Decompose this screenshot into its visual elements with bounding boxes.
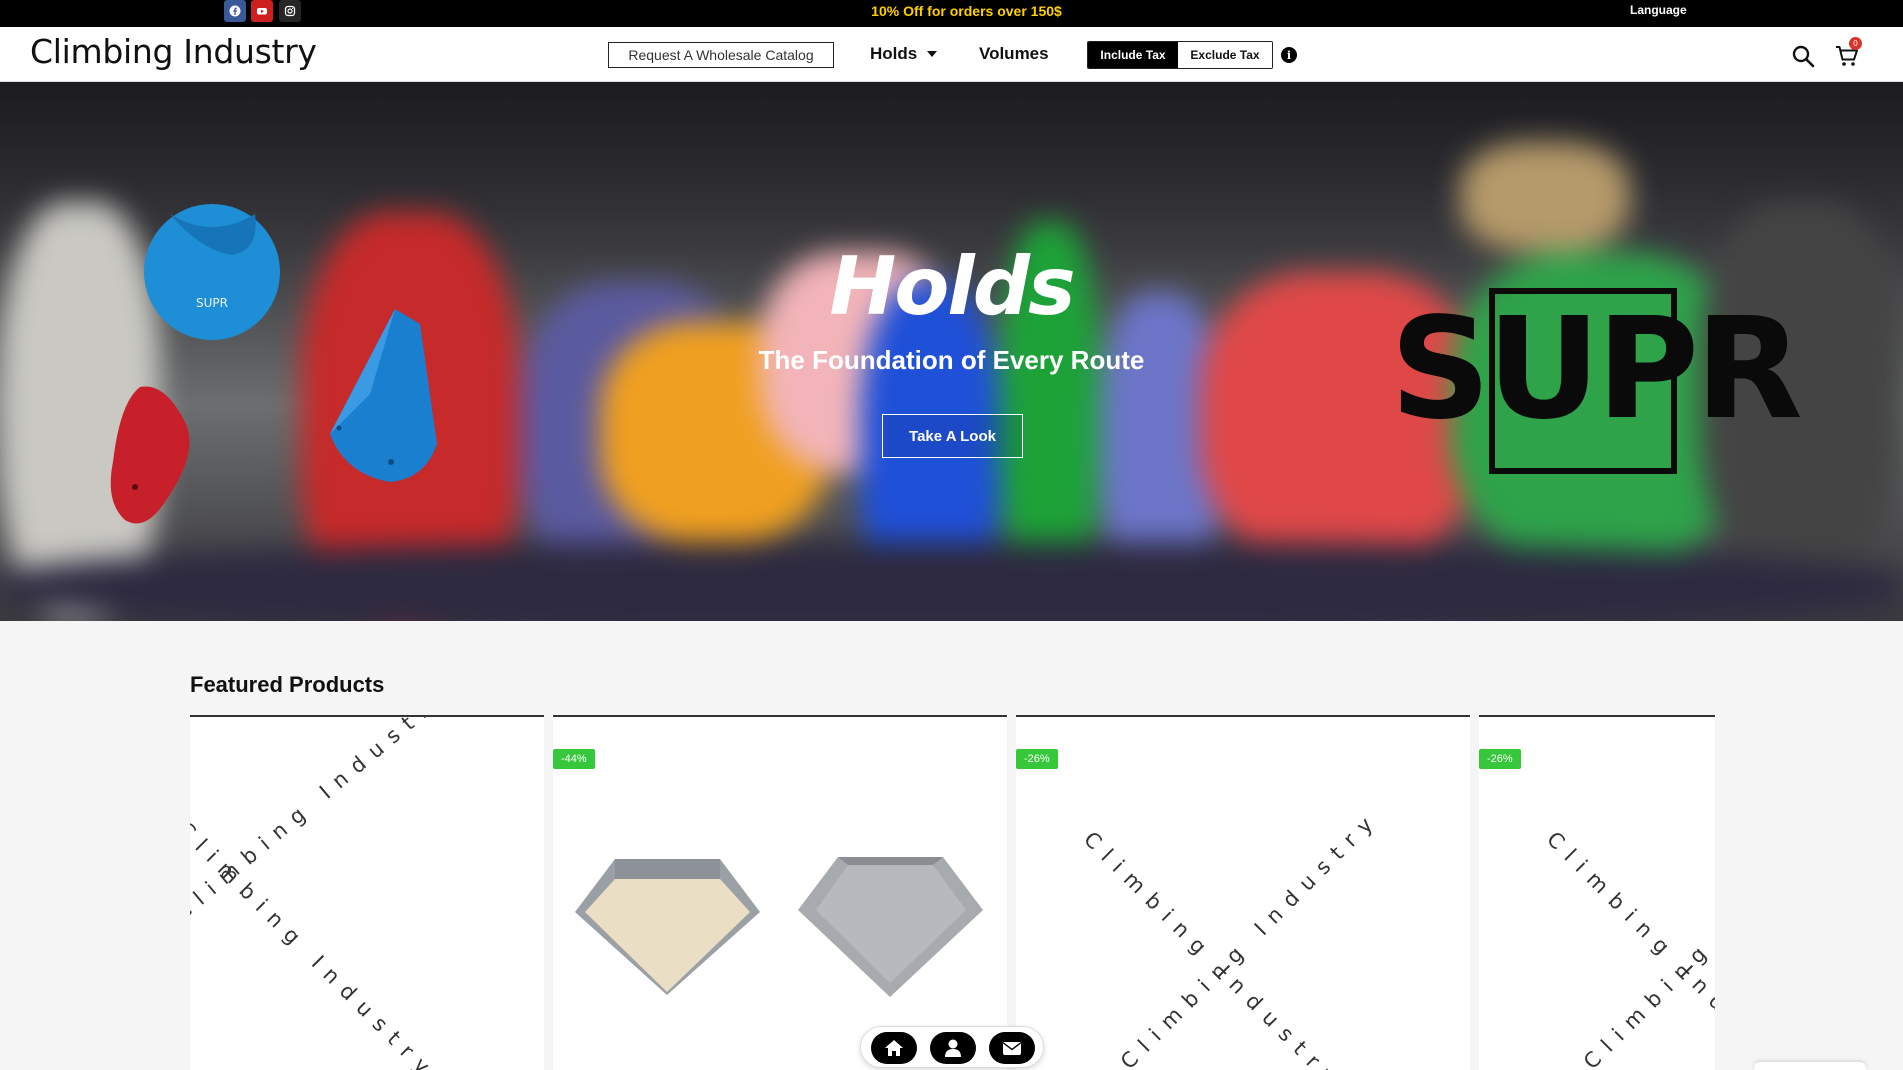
product-watermark: Climbing Industry xyxy=(1116,805,1385,1070)
product-card[interactable]: -26% Climbing Industry Climbing Industry xyxy=(1479,715,1715,1070)
tax-toggle: Include Tax Exclude Tax xyxy=(1087,41,1273,69)
caret-down-icon xyxy=(927,51,938,57)
request-catalog-button[interactable]: Request A Wholesale Catalog xyxy=(608,42,834,68)
home-button[interactable] xyxy=(871,1032,917,1064)
cart-count-badge: 0 xyxy=(1849,37,1862,50)
home-icon xyxy=(885,1040,903,1056)
grey-volume-image xyxy=(798,857,983,997)
product-watermark: Climbing Industry xyxy=(1079,827,1348,1070)
contact-button[interactable] xyxy=(989,1032,1035,1064)
account-button[interactable] xyxy=(930,1032,976,1064)
info-icon[interactable]: i xyxy=(1281,47,1297,63)
featured-products-heading: Featured Products xyxy=(190,672,385,697)
supr-logo-frame xyxy=(1489,288,1677,474)
wooden-volume-image xyxy=(575,859,760,995)
discount-badge: -26% xyxy=(1479,749,1521,769)
envelope-icon xyxy=(1003,1042,1021,1055)
hero-banner: SUPR Holds The Foundation of Every Route… xyxy=(0,82,1903,621)
product-card[interactable]: -44% xyxy=(553,715,1007,1070)
product-card[interactable]: -26% Climbing Industry Climbing Industry xyxy=(1016,715,1470,1070)
site-logo[interactable]: Climbing Industry xyxy=(30,32,317,71)
discount-badge: -26% xyxy=(1016,749,1058,769)
nav-holds-label: Holds xyxy=(870,44,918,63)
site-header: Climbing Industry Request A Wholesale Ca… xyxy=(0,27,1903,82)
take-a-look-button[interactable]: Take A Look xyxy=(882,414,1023,458)
floating-nav xyxy=(860,1026,1044,1068)
red-hold-image xyxy=(110,386,190,524)
language-selector[interactable]: Language xyxy=(1630,3,1687,17)
user-icon xyxy=(945,1039,961,1057)
nav-volumes[interactable]: Volumes xyxy=(979,44,1049,64)
product-watermark: Climbing Industry xyxy=(190,817,442,1070)
search-icon[interactable] xyxy=(1791,44,1815,68)
discount-badge: -44% xyxy=(553,749,595,769)
promo-banner: 10% Off for orders over 150$ xyxy=(871,3,1062,19)
product-watermark: Climbing Industry xyxy=(190,715,458,926)
exclude-tax-button[interactable]: Exclude Tax xyxy=(1178,42,1272,68)
product-card[interactable]: Climbing Industry Climbing Industry xyxy=(190,715,544,1070)
include-tax-button[interactable]: Include Tax xyxy=(1088,42,1178,68)
top-bar: 10% Off for orders over 150$ Language xyxy=(0,0,1903,27)
nav-holds[interactable]: Holds xyxy=(870,44,938,64)
chat-widget[interactable] xyxy=(1754,1062,1866,1070)
